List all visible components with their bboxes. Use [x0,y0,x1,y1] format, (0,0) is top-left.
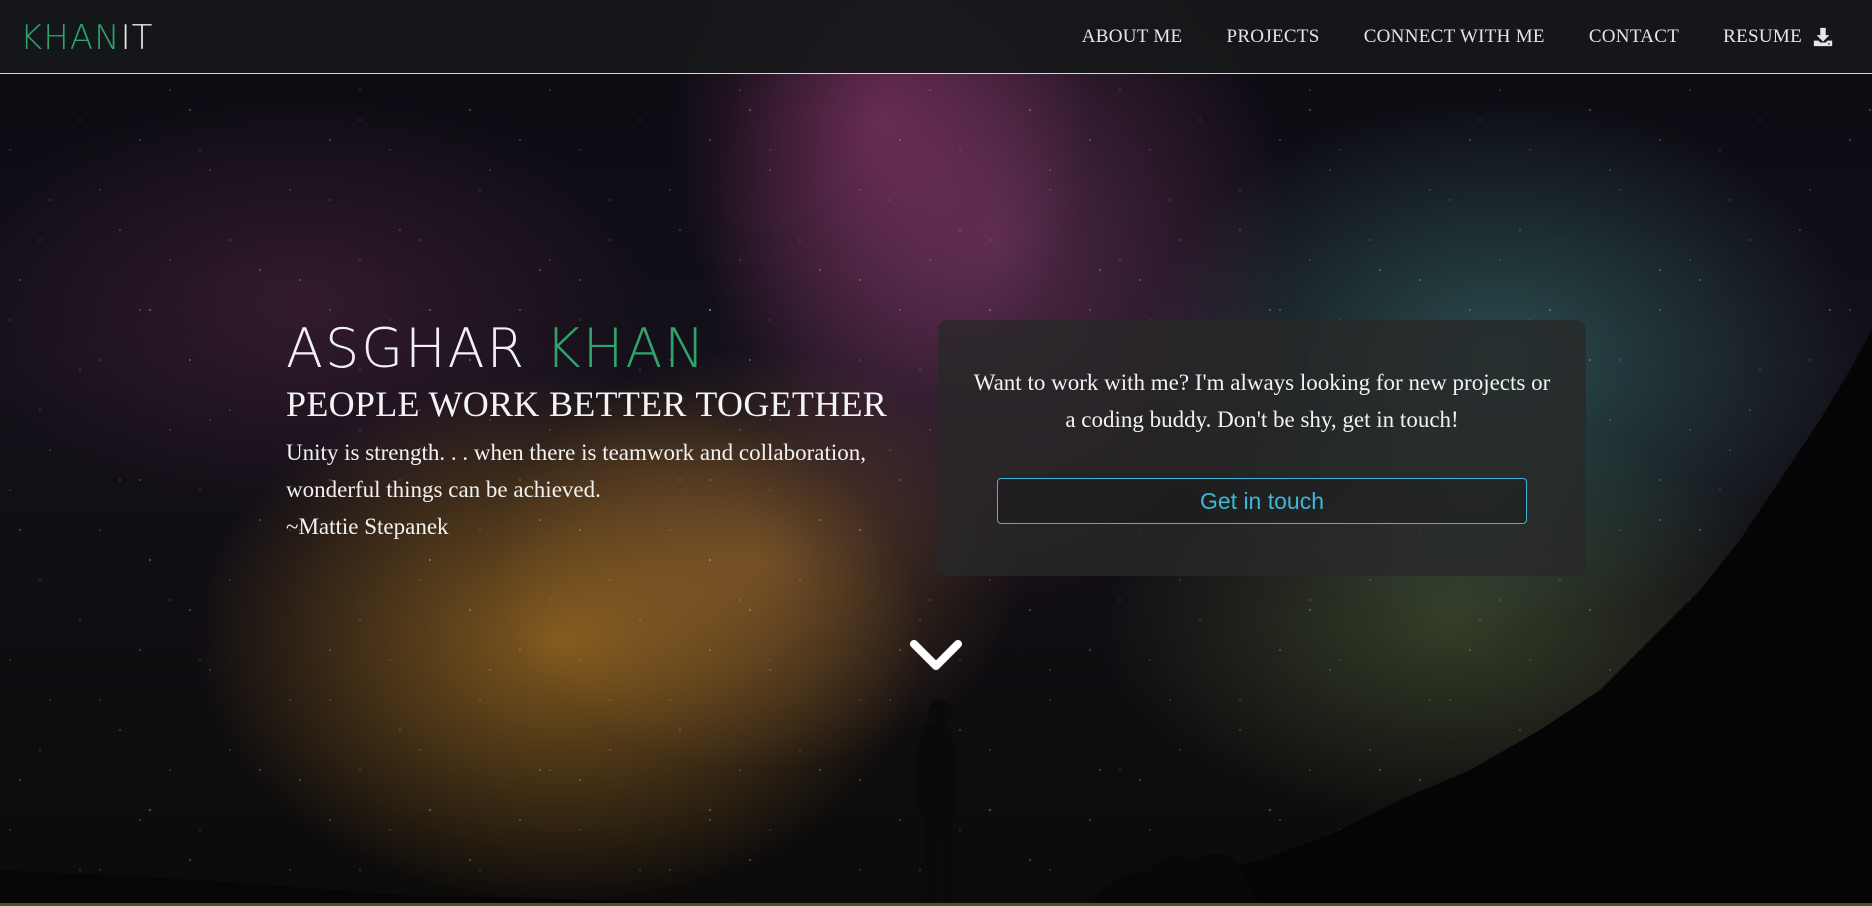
brand-logo-part1: KHAN [20,18,121,58]
hero-quote-author: ~Mattie Stepanek [286,514,449,539]
nav-item-label: PROJECTS [1226,26,1320,47]
nav-item-contact[interactable]: CONTACT [1589,26,1679,48]
nav-item-label: CONNECT WITH ME [1363,26,1545,47]
page: KHANIT ABOUT ME PROJECTS CONNECT WITH ME… [0,0,1872,906]
nav-item-label: RESUME [1723,26,1802,47]
hero-intro: ASGHAR KHAN PEOPLE WORK BETTER TOGETHER … [286,318,906,545]
hero-tagline: PEOPLE WORK BETTER TOGETHER [286,384,888,424]
get-in-touch-button[interactable]: Get in touch [997,478,1527,524]
nav-item-about-me[interactable]: ABOUT ME [1082,26,1183,48]
brand-logo[interactable]: KHANIT [20,18,153,58]
brand-logo-part2: IT [120,18,154,58]
nav-item-projects[interactable]: PROJECTS [1226,26,1319,48]
hero-quote-line1: Unity is strength. . . when there is tea… [286,440,866,465]
hero-last-name: KHAN [545,317,707,380]
contact-card-text-line1: Want to work with me? I'm always looking… [973,370,1551,395]
contact-card: Want to work with me? I'm always looking… [938,320,1586,576]
download-icon [1813,27,1833,47]
nav-menu: ABOUT ME PROJECTS CONNECT WITH ME CONTAC… [1082,0,1834,74]
nav-item-connect-with-me[interactable]: CONNECT WITH ME [1364,26,1545,48]
person-silhouette [916,700,957,906]
nav-item-label: ABOUT ME [1081,26,1183,47]
contact-card-text-line2: a coding buddy. Don't be shy, get in tou… [1065,407,1459,432]
chevron-down-icon[interactable] [908,636,964,676]
nav-item-resume[interactable]: RESUME [1723,26,1834,48]
hero-quote-line2: wonderful things can be achieved. [286,477,601,502]
hero-name: ASGHAR KHAN [286,318,906,380]
nav-item-label: CONTACT [1588,26,1680,47]
hero-first-name: ASGHAR [286,317,527,380]
navbar: KHANIT ABOUT ME PROJECTS CONNECT WITH ME… [0,0,1872,74]
